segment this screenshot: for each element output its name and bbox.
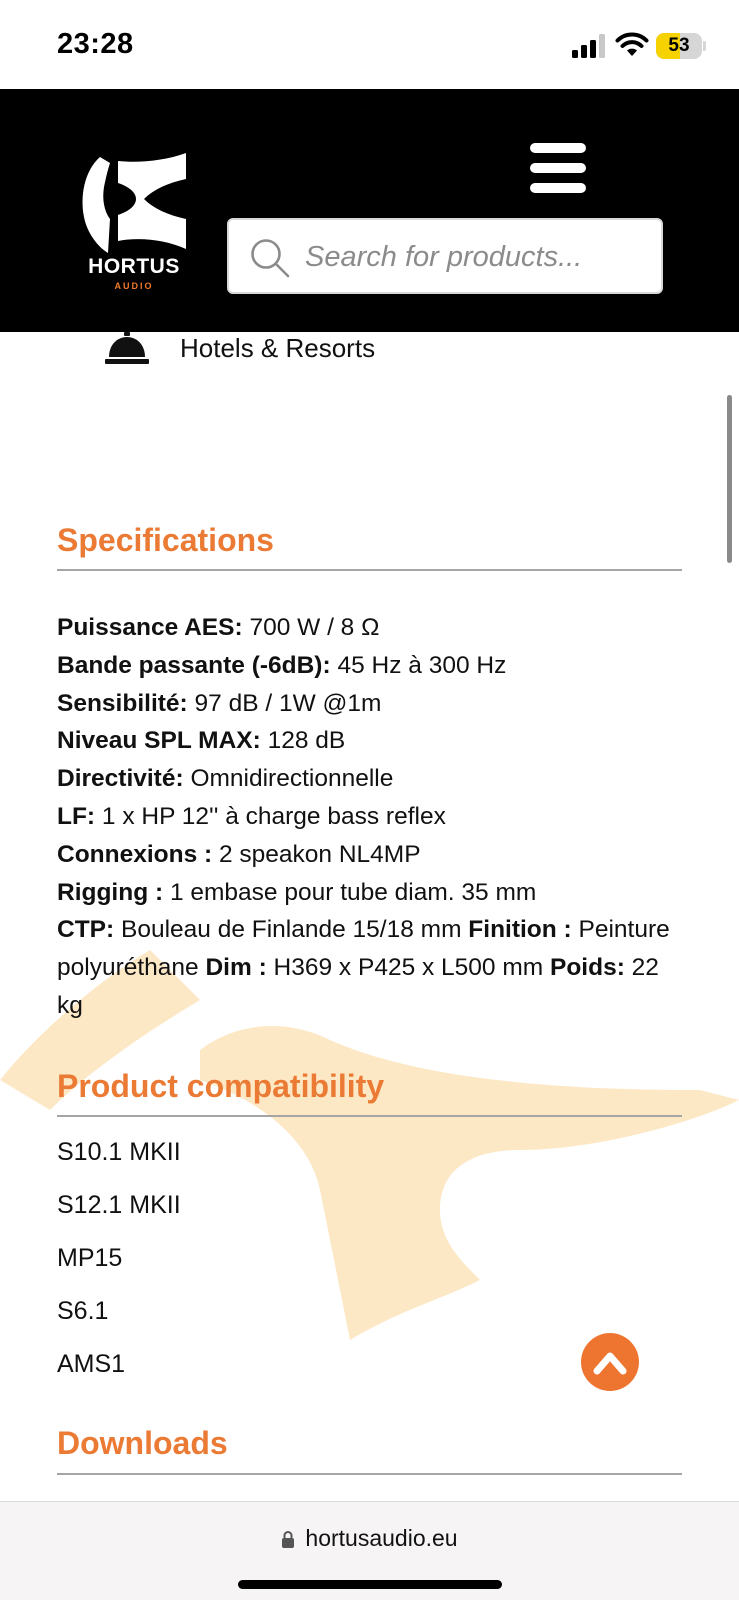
spec-label: CTP: [57, 916, 115, 944]
spec-row: Rigging : 1 embase pour tube diam. 35 mm [57, 874, 682, 912]
spec-row: Directivité: Omnidirectionnelle [57, 760, 682, 798]
spec-value: 1 embase pour tube diam. 35 mm [163, 878, 537, 906]
spec-paragraph: CTP: Bouleau de Finlande 15/18 mm Finiti… [57, 911, 682, 1024]
search-input[interactable] [305, 230, 645, 284]
spec-value: 2 speakon NL4MP [212, 840, 421, 868]
spec-value: H369 x P425 x L500 mm [266, 954, 550, 982]
battery-cap [703, 41, 706, 51]
specifications-list: Puissance AES: 700 W / 8 Ω Bande passant… [57, 609, 682, 1025]
compatibility-item[interactable]: MP15 [57, 1240, 181, 1293]
lock-icon [282, 1530, 295, 1548]
spec-row: LF: 1 x HP 12'' à charge bass reflex [57, 798, 682, 836]
browser-address-bar[interactable]: hortusaudio.eu [0, 1501, 739, 1600]
hamburger-menu-icon[interactable] [530, 143, 586, 193]
spec-label: Finition : [468, 916, 572, 944]
specifications-divider [57, 569, 682, 571]
hortus-logo-mark [82, 153, 186, 253]
compatibility-item[interactable]: S6.1 [57, 1293, 181, 1346]
wifi-icon [615, 32, 649, 56]
spec-value: 97 dB / 1W @1m [187, 689, 382, 717]
cellular-signal-icon [572, 34, 605, 58]
battery-icon: 53 [656, 33, 702, 59]
logo-subtext: AUDIO [114, 281, 154, 291]
spec-row: Niveau SPL MAX: 128 dB [57, 722, 682, 760]
spec-row: Connexions : 2 speakon NL4MP [57, 836, 682, 874]
back-to-top-button[interactable] [581, 1333, 639, 1391]
search-icon [251, 239, 290, 278]
downloads-divider [57, 1473, 682, 1475]
compatibility-list: S10.1 MKII S12.1 MKII MP15 S6.1 AMS1 [57, 1134, 181, 1399]
battery-level: 53 [668, 35, 690, 56]
specifications-title: Specifications [57, 522, 274, 558]
url-display[interactable]: hortusaudio.eu [0, 1525, 739, 1552]
spec-value: 128 dB [260, 727, 346, 755]
spec-label: Directivité: [57, 765, 184, 793]
spec-value: Bouleau de Finlande 15/18 mm [114, 916, 469, 944]
application-label: Hotels & Resorts [180, 332, 376, 363]
compatibility-title: Product compatibility [57, 1068, 385, 1104]
url-text: hortusaudio.eu [305, 1525, 458, 1551]
page-scrollbar[interactable] [727, 395, 732, 563]
compatibility-item[interactable]: AMS1 [57, 1346, 181, 1399]
spec-value: 700 W / 8 Ω [242, 614, 380, 641]
status-time: 23:28 [57, 28, 134, 60]
spec-label: Puissance AES: [57, 614, 243, 641]
logo-wordmark: HORTUS [88, 255, 180, 278]
status-bar: 23:28 53 [0, 0, 739, 89]
compatibility-item[interactable]: S10.1 MKII [57, 1134, 181, 1187]
spec-label: Poids: [550, 954, 625, 982]
spec-row: Sensibilité: 97 dB / 1W @1m [57, 685, 682, 723]
spec-label: Connexions : [57, 840, 213, 868]
hortus-logo[interactable]: HORTUS AUDIO [74, 153, 194, 295]
spec-value: 45 Hz à 300 Hz [330, 651, 507, 679]
site-header: HORTUS AUDIO [0, 89, 739, 332]
home-indicator[interactable] [238, 1580, 502, 1589]
spec-row: Bande passante (-6dB): 45 Hz à 300 Hz [57, 647, 682, 685]
downloads-title: Downloads [57, 1425, 228, 1461]
application-hotels-resorts: Hotels & Resorts [105, 330, 375, 366]
chevron-up-icon [593, 1352, 627, 1375]
spec-row: Puissance AES: 700 W / 8 Ω [57, 609, 682, 647]
spec-label: Rigging : [57, 878, 164, 906]
spec-label: Bande passante (-6dB): [57, 651, 331, 679]
spec-label: Niveau SPL MAX: [57, 727, 261, 755]
search-box[interactable] [227, 218, 663, 294]
compatibility-item[interactable]: S12.1 MKII [57, 1187, 181, 1240]
compatibility-divider [57, 1115, 682, 1117]
service-bell-icon [105, 332, 149, 364]
spec-label: Dim : [205, 954, 267, 982]
spec-label: Sensibilité: [57, 689, 188, 717]
spec-value: Omnidirectionnelle [183, 765, 394, 793]
spec-label: LF: [57, 802, 96, 830]
spec-value: 1 x HP 12'' à charge bass reflex [95, 802, 446, 830]
